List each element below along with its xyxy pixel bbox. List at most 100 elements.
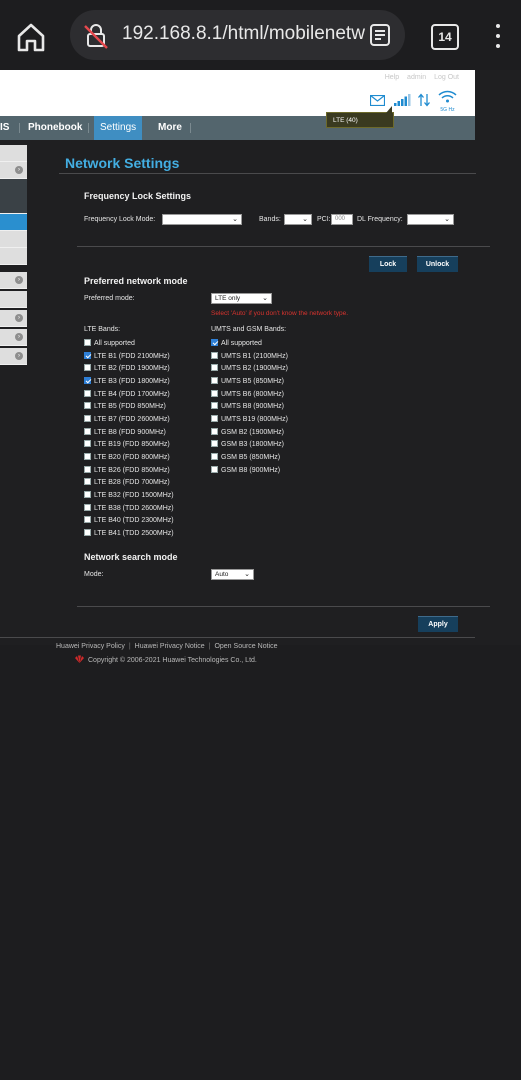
umts-gsm-band-checkbox-row[interactable]: UMTS B2 (1900MHz) [211, 364, 288, 372]
lte-band-checkbox-row[interactable]: LTE B38 (TDD 2600MHz) [84, 503, 174, 512]
checkbox-unchecked[interactable] [211, 389, 218, 397]
checkbox-unchecked[interactable] [84, 490, 91, 498]
envelope-icon[interactable] [370, 95, 385, 106]
logout-link[interactable]: Log Out [434, 74, 459, 81]
lte-band-checkbox-row[interactable]: LTE B40 (TDD 2300MHz) [84, 516, 174, 524]
help-link[interactable]: Help [385, 74, 399, 81]
sidebar-item[interactable] [0, 145, 27, 162]
sidebar-item[interactable]: › [0, 329, 27, 346]
search-mode-select[interactable]: Auto ⌄ [211, 569, 254, 580]
lte-band-checkbox-row[interactable]: LTE B7 (FDD 2600MHz) [84, 414, 170, 423]
checkbox-unchecked[interactable] [211, 414, 218, 422]
user-link[interactable]: admin [407, 74, 426, 81]
umts-gsm-band-checkbox-row[interactable]: UMTS B6 (800MHz) [211, 389, 284, 398]
lte-band-checkbox-row[interactable]: LTE B8 (FDD 900MHz) [84, 427, 166, 436]
checkbox-unchecked[interactable] [84, 402, 91, 410]
pci-input[interactable]: 000 [331, 214, 353, 225]
frequency-lock-mode-select[interactable]: ⌄ [162, 214, 242, 225]
umts-gsm-band-checkbox-row[interactable]: GSM B3 (1800MHz) [211, 440, 284, 448]
lte-band-checkbox-row[interactable]: LTE B20 (FDD 800MHz) [84, 452, 170, 461]
chevron-right-icon: › [15, 333, 23, 341]
lte-band-checkbox-row[interactable]: LTE B32 (FDD 1500MHz) [84, 490, 174, 499]
lte-band-checkbox-row[interactable]: LTE B28 (FDD 700MHz) [84, 478, 170, 486]
checkbox-unchecked[interactable] [211, 402, 218, 410]
checkbox-unchecked[interactable] [84, 465, 91, 473]
checkbox-unchecked[interactable] [211, 452, 218, 460]
checkbox-checked[interactable] [84, 351, 91, 359]
preferred-mode-select[interactable]: LTE only ⌄ [211, 293, 272, 304]
umts-gsm-band-checkbox-row[interactable]: UMTS B5 (850MHz) [211, 376, 284, 385]
sidebar-item[interactable] [0, 291, 27, 308]
checkbox-unchecked[interactable] [211, 376, 218, 384]
overflow-menu-icon[interactable] [494, 22, 502, 52]
wifi-status[interactable]: 5G Hz [438, 90, 457, 113]
lte-band-checkbox-row[interactable]: LTE B41 (TDD 2500MHz) [84, 528, 174, 537]
nav-item-sms[interactable]: IS [0, 116, 9, 140]
checkbox-unchecked[interactable] [84, 528, 91, 536]
checkbox-unchecked[interactable] [84, 389, 91, 397]
umts-gsm-band-checkbox-row[interactable]: UMTS B8 (900MHz) [211, 402, 284, 410]
umts-gsm-band-checkbox-row[interactable]: GSM B8 (900MHz) [211, 465, 280, 474]
lte-band-checkbox-row[interactable]: LTE B5 (FDD 850MHz) [84, 402, 166, 410]
bands-select[interactable]: ⌄ [284, 214, 312, 225]
nav-item-settings[interactable]: Settings [94, 116, 143, 140]
address-bar[interactable]: 192.168.8.1/html/mobilenetw [70, 10, 405, 60]
chevron-right-icon: › [15, 276, 23, 284]
checkbox-unchecked[interactable] [84, 516, 91, 524]
home-icon[interactable] [14, 20, 48, 54]
sidebar-item[interactable]: › [0, 272, 27, 289]
sidebar-item[interactable]: › [0, 310, 27, 327]
sidebar-item[interactable] [0, 248, 27, 265]
lte-band-checkbox-row[interactable]: LTE B26 (FDD 850MHz) [84, 465, 170, 474]
dl-frequency-select[interactable]: ⌄ [407, 214, 454, 225]
apply-button[interactable]: Apply [418, 616, 458, 632]
checkbox-checked[interactable] [84, 376, 91, 384]
checkbox-unchecked[interactable] [211, 465, 218, 473]
nav-item-more[interactable]: More [158, 116, 182, 140]
lte-band-checkbox-row[interactable]: LTE B4 (FDD 1700MHz) [84, 389, 170, 398]
tab-count-button[interactable]: 14 [431, 24, 459, 50]
nav-item-phonebook[interactable]: Phonebook [28, 116, 82, 140]
umts-gsm-band-checkbox-row[interactable]: GSM B5 (850MHz) [211, 452, 280, 461]
data-transfer-icon[interactable] [418, 93, 430, 107]
lte-band-checkbox-row[interactable]: All supported [84, 339, 135, 347]
checkbox-unchecked[interactable] [84, 339, 91, 346]
not-secure-lock-icon[interactable] [82, 22, 110, 50]
checkbox-unchecked[interactable] [211, 427, 218, 435]
umts-gsm-band-checkbox-row[interactable]: UMTS B1 (2100MHz) [211, 351, 288, 360]
umts-gsm-band-checkbox-row[interactable]: UMTS B19 (800MHz) [211, 414, 288, 423]
privacy-policy-link[interactable]: Huawei Privacy Policy [56, 643, 125, 650]
checkbox-checked[interactable] [211, 339, 218, 346]
lte-band-checkbox-row[interactable]: LTE B19 (FDD 850MHz) [84, 440, 170, 448]
lte-band-checkbox-row[interactable]: LTE B2 (FDD 1900MHz) [84, 364, 170, 372]
privacy-notice-link[interactable]: Huawei Privacy Notice [135, 643, 205, 650]
preferred-mode-label: Preferred mode: [84, 295, 135, 302]
checkbox-unchecked[interactable] [84, 478, 91, 486]
url-text[interactable]: 192.168.8.1/html/mobilenetw [122, 23, 365, 45]
reader-mode-icon[interactable] [368, 23, 392, 47]
signal-strength-icon[interactable] [394, 94, 411, 106]
sidebar-item[interactable]: › [0, 348, 27, 365]
checkbox-unchecked[interactable] [84, 414, 91, 422]
checkbox-unchecked[interactable] [84, 364, 91, 372]
checkbox-unchecked[interactable] [211, 440, 218, 448]
checkbox-unchecked[interactable] [84, 452, 91, 460]
sidebar-item[interactable]: › [0, 162, 27, 179]
lte-band-label: LTE B19 (FDD 850MHz) [94, 441, 170, 449]
checkbox-unchecked[interactable] [211, 364, 218, 372]
sidebar-item-active[interactable] [0, 214, 27, 231]
chevron-down-icon: ⌄ [244, 571, 250, 578]
umts-gsm-band-checkbox-row[interactable]: GSM B2 (1900MHz) [211, 427, 284, 436]
lock-button[interactable]: Lock [369, 256, 407, 272]
umts-gsm-band-checkbox-row[interactable]: All supported [211, 339, 262, 347]
unlock-button[interactable]: Unlock [417, 256, 458, 272]
frequency-lock-heading: Frequency Lock Settings [84, 191, 192, 201]
checkbox-unchecked[interactable] [211, 351, 218, 359]
lte-band-checkbox-row[interactable]: LTE B1 (FDD 2100MHz) [84, 351, 170, 360]
checkbox-unchecked[interactable] [84, 427, 91, 435]
open-source-notice-link[interactable]: Open Source Notice [214, 643, 277, 650]
lte-band-checkbox-row[interactable]: LTE B3 (FDD 1800MHz) [84, 376, 170, 385]
checkbox-unchecked[interactable] [84, 440, 91, 448]
sidebar-item[interactable] [0, 231, 27, 248]
checkbox-unchecked[interactable] [84, 503, 91, 511]
